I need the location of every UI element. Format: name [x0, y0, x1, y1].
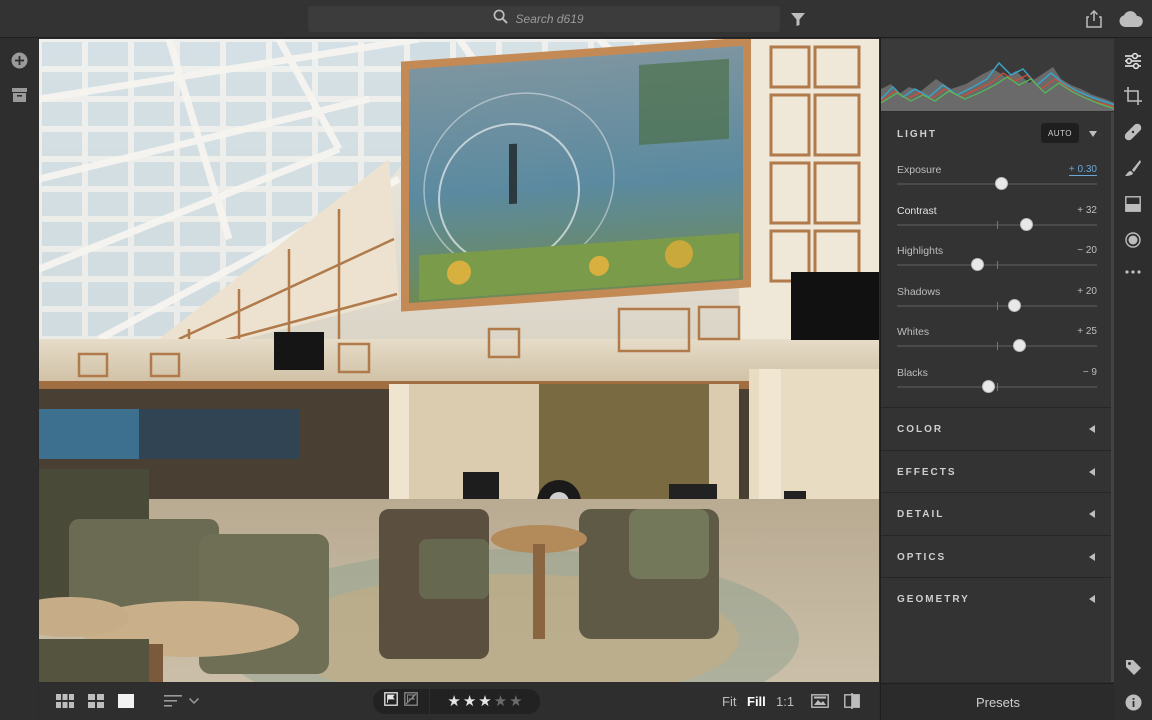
light-section-title: LIGHT	[897, 129, 937, 140]
zoom-one-to-one[interactable]: 1:1	[776, 692, 794, 710]
lightroom-app: ★★★★★ Fit Fill 1:1 LIGHT AUTO Exposure+ …	[0, 0, 1152, 720]
more-icon[interactable]	[1123, 262, 1143, 282]
slider-center-mark	[997, 342, 998, 350]
edit-sliders-icon[interactable]	[1123, 51, 1143, 71]
search-icon	[493, 9, 508, 29]
section-geometry[interactable]: GEOMETRY	[881, 577, 1111, 619]
slider-center-mark	[997, 261, 998, 269]
zoom-one-to-one-label: 1:1	[776, 693, 795, 709]
section-color[interactable]: COLOR	[881, 407, 1111, 449]
compare-icon[interactable]	[811, 692, 829, 710]
slider-label: Blacks	[897, 366, 928, 379]
zoom-fit-label: Fit	[722, 693, 737, 709]
histogram	[880, 39, 1116, 111]
add-photo-icon[interactable]	[9, 50, 29, 70]
share-icon[interactable]	[1084, 9, 1104, 29]
expand-triangle-icon	[1089, 595, 1095, 603]
section-detail[interactable]: DETAIL	[881, 492, 1111, 534]
slider-shadows[interactable]: Shadows + 20	[897, 286, 1097, 320]
slider-center-mark	[997, 220, 998, 229]
slider-thumb[interactable]	[994, 177, 1008, 190]
section-title: EFFECTS	[897, 466, 957, 478]
star-icon[interactable]: ★	[447, 693, 460, 711]
search-input[interactable]	[515, 12, 596, 26]
star-icon[interactable]: ★	[463, 693, 476, 711]
slider-label: Highlights	[897, 245, 944, 257]
filter-icon[interactable]	[788, 9, 808, 29]
detail-view-icon[interactable]	[118, 692, 134, 710]
slider-thumb[interactable]	[1019, 217, 1033, 231]
photo-grid-icon[interactable]	[88, 692, 104, 710]
right-rail	[1114, 38, 1152, 720]
light-collapse-icon[interactable]	[1089, 131, 1097, 137]
edit-panel: LIGHT AUTO Exposure + 0.30 Contrast + 32 Hig…	[880, 38, 1116, 720]
zoom-fit[interactable]: Fit	[722, 692, 736, 710]
slider-label: Shadows	[897, 285, 941, 298]
search-box[interactable]	[308, 6, 780, 32]
expand-triangle-icon	[1089, 552, 1095, 561]
slider-value: + 32	[1077, 204, 1097, 216]
expand-triangle-icon	[1089, 467, 1095, 476]
slider-label: Exposure	[897, 164, 942, 176]
slider-value[interactable]: + 0.30	[1068, 164, 1097, 176]
reject-flag-icon[interactable]	[404, 692, 418, 711]
section-optics[interactable]: OPTICS	[881, 534, 1111, 577]
section-title: DETAIL	[897, 509, 945, 520]
section-title: GEOMETRY	[897, 594, 970, 605]
slider-label: Whites	[897, 326, 930, 338]
slider-label: Contrast	[897, 204, 937, 217]
slider-blacks[interactable]: Blacks − 9	[897, 367, 1097, 401]
section-effects[interactable]: EFFECTS	[881, 449, 1111, 492]
slider-thumb[interactable]	[981, 379, 995, 393]
info-icon[interactable]	[1123, 692, 1143, 712]
photo-canvas[interactable]	[39, 39, 879, 682]
star-icon[interactable]: ★	[494, 693, 507, 711]
zoom-fill[interactable]: Fill	[747, 692, 766, 710]
slider-center-mark	[997, 382, 998, 391]
slider-center-mark	[997, 301, 998, 310]
slider-contrast[interactable]: Contrast + 32	[897, 205, 1097, 239]
before-after-icon[interactable]	[844, 692, 860, 710]
archive-icon[interactable]	[9, 85, 29, 105]
slider-thumb[interactable]	[1012, 339, 1026, 352]
flag-group	[373, 689, 429, 714]
slider-value: − 9	[1082, 366, 1097, 378]
expand-triangle-icon	[1089, 510, 1095, 518]
edit-controls: LIGHT AUTO Exposure + 0.30 Contrast + 32 Hig…	[881, 112, 1111, 682]
square-grid-icon[interactable]	[56, 692, 74, 710]
presets-button[interactable]: Presets	[881, 683, 1115, 720]
slider-highlights[interactable]: Highlights − 20	[897, 245, 1097, 279]
slider-thumb[interactable]	[1007, 298, 1021, 312]
star-icon[interactable]: ★	[478, 693, 491, 711]
bottom-toolbar: ★ ★ ★ ★ ★ Fit Fill 1:1	[39, 683, 879, 720]
photo-image	[39, 39, 879, 682]
slider-value: − 20	[1077, 245, 1097, 256]
section-title: OPTICS	[897, 551, 947, 563]
chevron-down-icon[interactable]	[189, 692, 199, 710]
star-icon[interactable]: ★	[509, 693, 522, 711]
radial-gradient-icon[interactable]	[1123, 230, 1143, 250]
zoom-fill-label: Fill	[747, 693, 766, 709]
expand-triangle-icon	[1089, 425, 1095, 433]
section-title: COLOR	[897, 424, 944, 435]
slider-whites[interactable]: Whites + 25	[897, 326, 1097, 360]
slider-exposure[interactable]: Exposure + 0.30	[897, 164, 1097, 198]
top-bar	[0, 0, 1152, 38]
brush-icon[interactable]	[1123, 158, 1143, 178]
slider-value: + 20	[1077, 285, 1097, 297]
healing-icon[interactable]	[1123, 122, 1143, 142]
slider-thumb[interactable]	[970, 258, 984, 271]
slider-value: + 25	[1077, 326, 1097, 337]
left-rail	[0, 38, 38, 720]
star-rating: ★ ★ ★ ★ ★	[430, 689, 540, 714]
pick-flag-icon[interactable]	[384, 692, 398, 711]
crop-icon[interactable]	[1123, 86, 1143, 106]
linear-gradient-icon[interactable]	[1123, 194, 1143, 214]
sort-icon[interactable]	[164, 692, 182, 710]
tag-icon[interactable]	[1123, 657, 1143, 677]
cloud-icon[interactable]	[1118, 9, 1144, 29]
auto-button[interactable]: AUTO	[1041, 123, 1079, 143]
